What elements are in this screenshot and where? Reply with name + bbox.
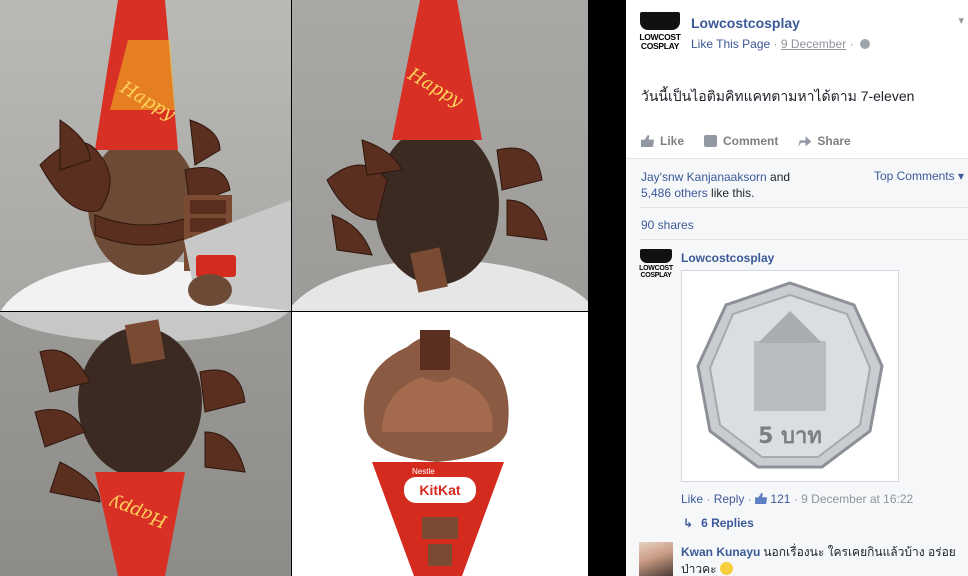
post-meta: Like This Page · 9 December ·: [691, 37, 870, 51]
thumbs-up-icon: [641, 135, 654, 147]
post-details-pane: LOWCOST COSPLAY Lowcostcosplay Like This…: [626, 0, 968, 576]
post-actions: Like Comment Share: [641, 134, 851, 148]
meta-separator-2: ·: [747, 492, 752, 506]
comment-like-link[interactable]: Like: [681, 492, 703, 506]
comment-author-link[interactable]: Lowcostcosplay: [681, 251, 774, 265]
shares-link[interactable]: 90 shares: [641, 218, 694, 232]
like-button[interactable]: Like: [641, 134, 684, 148]
meta-separator: ·: [706, 492, 711, 506]
commenter-avatar[interactable]: [639, 542, 673, 576]
logo-text-line2: COSPLAY: [640, 272, 672, 279]
page-avatar[interactable]: LOWCOST COSPLAY: [639, 12, 681, 54]
page-name-link[interactable]: Lowcostcosplay: [691, 15, 800, 31]
logo-text-line1: LOWCOST: [639, 265, 673, 272]
divider: [641, 207, 968, 208]
photo-tile-top-left: Happy: [0, 0, 291, 311]
share-label: Share: [817, 134, 851, 148]
meta-separator-2: ·: [849, 37, 854, 51]
kitkat-ice-cream-cone-illustration: KitKat Nestle: [363, 330, 509, 576]
like-page-link[interactable]: Like This Page: [691, 37, 770, 51]
cosplay-face-painted-illustration: Happy: [292, 0, 588, 311]
others-link[interactable]: 5,486 others: [641, 186, 708, 200]
liker-link[interactable]: Jay'snw Kanjanaaksorn: [641, 170, 767, 184]
chevron-down-icon[interactable]: ▾: [958, 14, 964, 27]
smile-emoji-icon: [719, 562, 733, 575]
likes-and: and: [766, 170, 791, 184]
comment-image-coin[interactable]: 5 บาท: [681, 270, 899, 482]
comment-label: Comment: [723, 134, 779, 148]
top-comments-dropdown[interactable]: Top Comments ▾: [874, 169, 964, 183]
post-date-link[interactable]: 9 December: [781, 37, 846, 51]
comment-reply-link[interactable]: Reply: [714, 492, 745, 506]
globe-icon: [859, 39, 870, 49]
svg-text:Nestle: Nestle: [412, 467, 435, 476]
svg-text:KitKat: KitKat: [419, 482, 461, 498]
cosplay-face-kitkat-illustration: Happy: [0, 0, 291, 311]
likes-suffix: like this.: [707, 186, 755, 200]
photo-tile-kitkat-cone: KitKat Nestle: [292, 312, 588, 576]
meta-separator: ·: [773, 37, 778, 51]
mask-logo-icon: [640, 12, 680, 30]
photo-tile-top-right: Happy: [292, 0, 588, 311]
share-icon: [798, 136, 812, 147]
mask-logo-icon: [640, 249, 672, 263]
comment-body: Kwan Kunayu นอกเรื่องนะ ใครเคยกินแล้วบ้าง…: [681, 544, 966, 576]
comment-timestamp[interactable]: 9 December at 16:22: [801, 492, 913, 506]
comment-icon: [704, 135, 718, 147]
comment-meta: Like · Reply · 121 · 9 December at 16:22: [681, 492, 913, 506]
reply-arrow-icon: ↳: [683, 516, 694, 530]
comment-avatar[interactable]: LOWCOST COSPLAY: [639, 249, 673, 283]
like-label: Like: [660, 134, 685, 148]
replies-label: 6 Replies: [701, 516, 754, 530]
feedback-section: Jay'snw Kanjanaaksorn and 5,486 others l…: [626, 158, 968, 576]
photo-tile-bottom-left: Happy: [0, 312, 291, 576]
cosplay-face-upside-down-illustration: Happy: [0, 312, 289, 576]
divider: [641, 239, 968, 240]
thumbs-up-icon: [755, 493, 768, 504]
thai-5-baht-coin-illustration: 5 บาท: [696, 281, 884, 469]
post-photo[interactable]: Happy Happy Happy KitKat Nestle: [0, 0, 588, 576]
share-button[interactable]: Share: [798, 134, 851, 148]
post-text: วันนี้เป็นไอติมคิทแคทตามหาได้ตาม 7-eleve…: [641, 88, 915, 104]
likes-summary: Jay'snw Kanjanaaksorn and 5,486 others l…: [641, 169, 790, 201]
comment-button[interactable]: Comment: [704, 134, 778, 148]
coin-label: 5 บาท: [758, 424, 822, 449]
comment-like-count[interactable]: 121: [770, 492, 790, 506]
comment-author-link-2[interactable]: Kwan Kunayu: [681, 545, 760, 559]
logo-text-line2: COSPLAY: [640, 40, 680, 51]
view-replies-link[interactable]: ↳ 6 Replies: [683, 516, 754, 530]
meta-separator-3: ·: [793, 492, 798, 506]
